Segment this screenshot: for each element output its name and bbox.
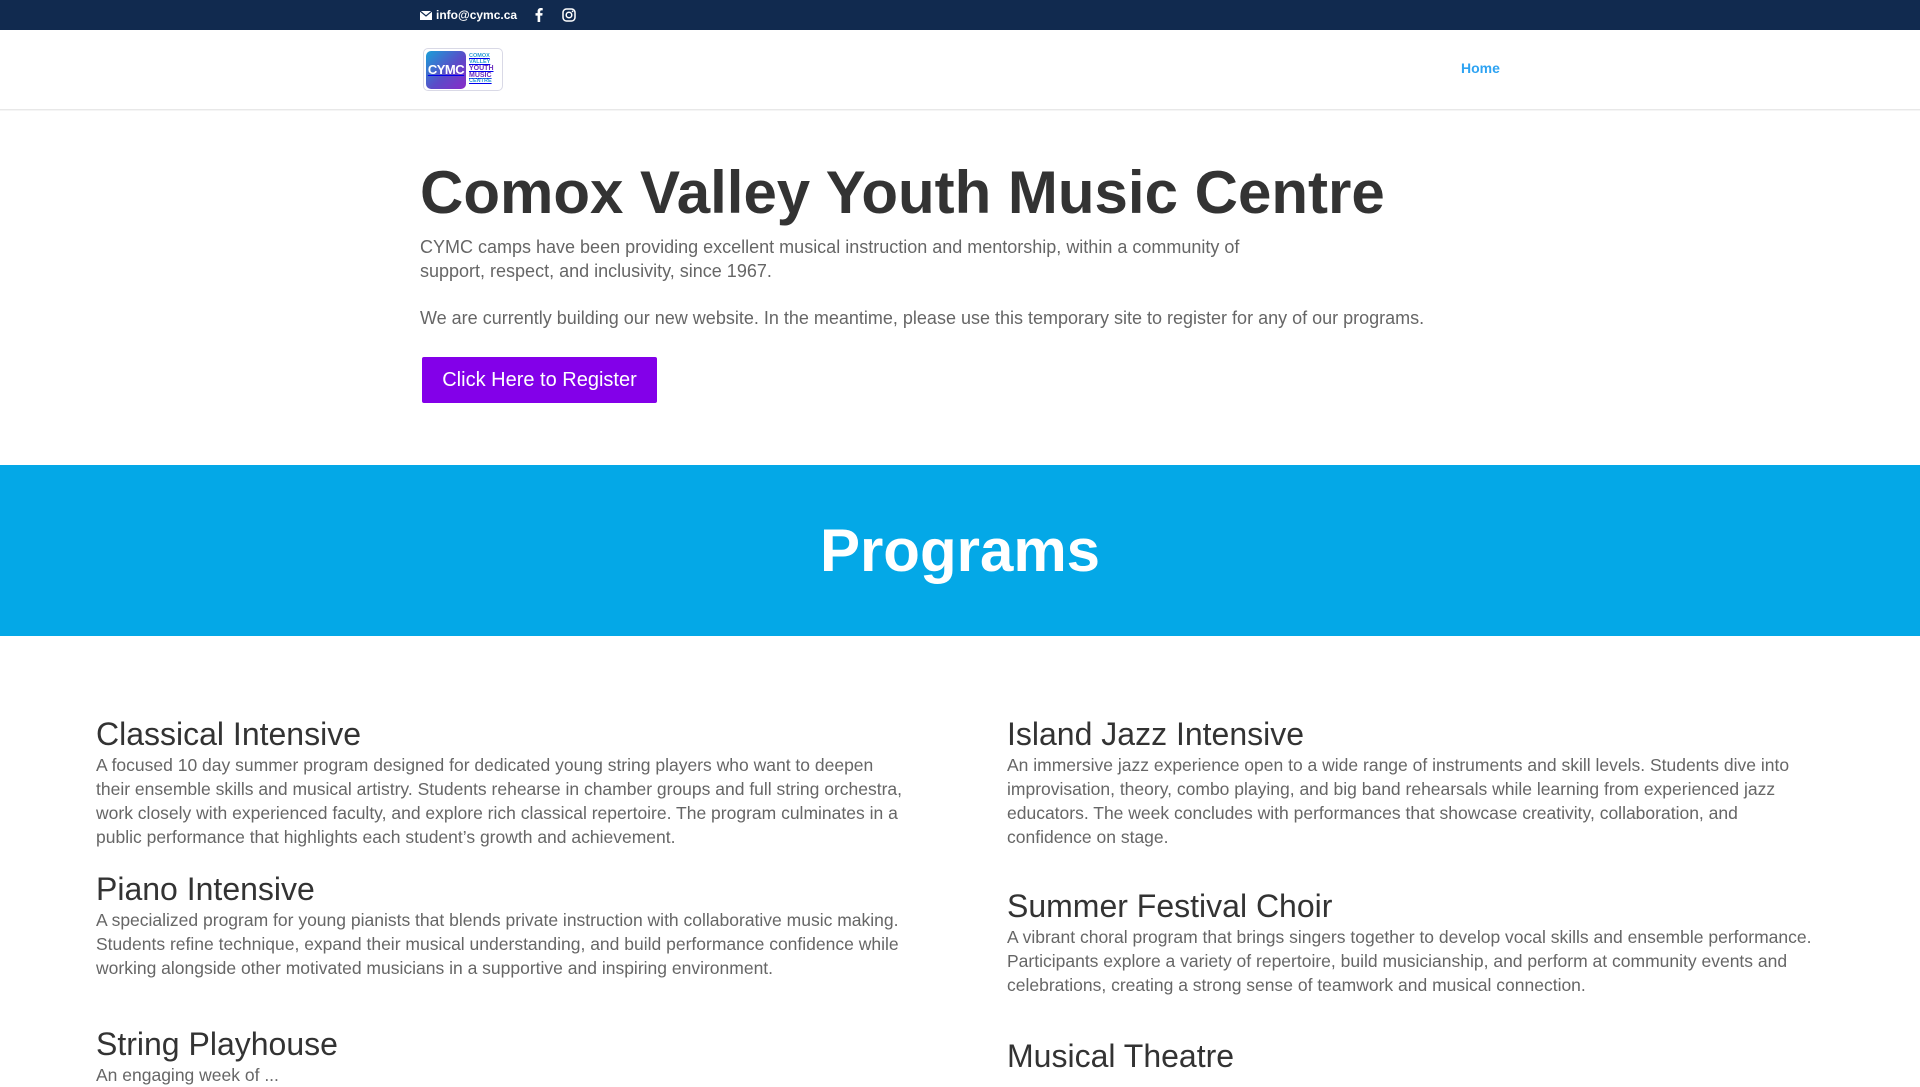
envelope-icon: [420, 10, 432, 20]
instagram-icon[interactable]: [561, 7, 577, 23]
logo-line-3: YOUTH: [469, 65, 494, 73]
site-logo[interactable]: CYMC COMOX VALLEY YOUTH MUSIC CENTRE: [423, 48, 503, 91]
program-summer-festival-choir: Summer Festival Choir A vibrant choral p…: [1007, 887, 1822, 997]
program-description: An immersive jazz experience open to a w…: [1007, 755, 1790, 847]
site-header: CYMC COMOX VALLEY YOUTH MUSIC CENTRE Hom…: [0, 30, 1920, 110]
program-title: Musical Theatre: [1007, 1038, 1235, 1074]
email-link[interactable]: info@cymc.ca: [420, 8, 517, 22]
program-classical-intensive: Classical Intensive A focused 10 day sum…: [96, 715, 911, 849]
hero-notice: We are currently building our new websit…: [420, 308, 1425, 328]
program-description: An engaging week of ...: [96, 1065, 279, 1085]
page-title: Comox Valley Youth Music Centre: [420, 159, 1385, 226]
logo-line-5: CENTRE: [469, 78, 492, 85]
programs-heading: Programs: [819, 517, 1101, 584]
hero-section: Comox Valley Youth Music Centre CYMC cam…: [420, 159, 1520, 403]
program-title: Piano Intensive: [96, 871, 315, 907]
program-island-jazz-intensive: Island Jazz Intensive An immersive jazz …: [1007, 715, 1822, 849]
program-description: A focused 10 day summer program designed…: [96, 755, 903, 847]
program-string-playhouse: String Playhouse An engaging week of ...: [96, 1025, 911, 1087]
program-musical-theatre: Musical Theatre: [1007, 1037, 1822, 1075]
logo-text: COMOX VALLEY YOUTH MUSIC CENTRE: [469, 54, 494, 85]
register-button[interactable]: Click Here to Register: [422, 357, 657, 403]
program-piano-intensive: Piano Intensive A specialized program fo…: [96, 870, 911, 980]
program-description: A specialized program for young pianists…: [96, 910, 899, 978]
program-title: Summer Festival Choir: [1007, 888, 1333, 924]
logo-mark: CYMC: [426, 50, 466, 89]
programs-banner: Programs: [0, 465, 1920, 636]
top-bar-contact: info@cymc.ca: [420, 0, 577, 30]
program-title: String Playhouse: [96, 1026, 338, 1062]
facebook-icon[interactable]: [531, 7, 547, 23]
program-title: Island Jazz Intensive: [1007, 716, 1305, 752]
hero-intro: CYMC camps have been providing excellent…: [420, 237, 1240, 281]
program-title: Classical Intensive: [96, 716, 361, 752]
top-bar: info@cymc.ca: [0, 0, 1920, 30]
email-text: info@cymc.ca: [436, 8, 518, 22]
nav-home-link[interactable]: Home: [1461, 60, 1500, 76]
program-description: A vibrant choral program that brings sin…: [1007, 927, 1812, 995]
